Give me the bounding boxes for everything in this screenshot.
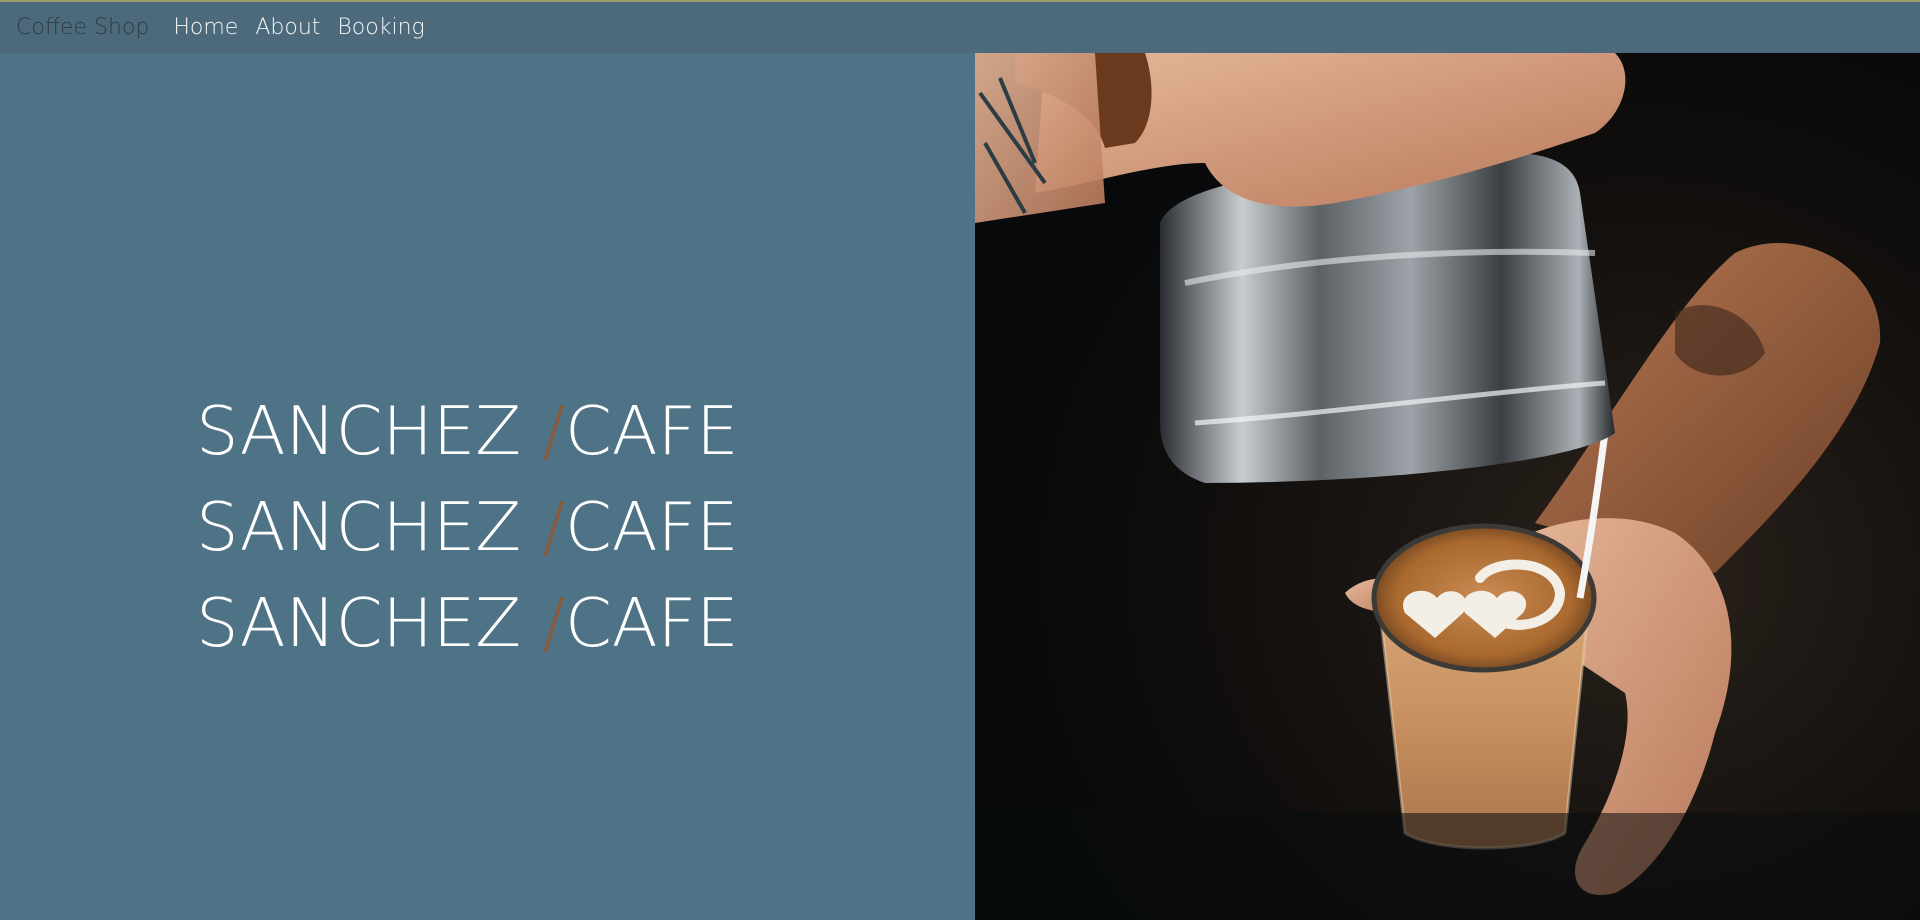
hero-slash: / [542, 584, 565, 662]
hero-word-first: SANCHEZ [196, 584, 543, 662]
nav-links: Home About Booking [173, 15, 424, 40]
hero-left-panel: SANCHEZ /CAFE SANCHEZ /CAFE SANCHEZ /CAF… [0, 53, 975, 920]
hero-title: SANCHEZ /CAFE SANCHEZ /CAFE SANCHEZ /CAF… [196, 383, 739, 671]
nav-link-booking[interactable]: Booking [337, 15, 424, 40]
hero-slash: / [542, 392, 565, 470]
hero-photo-barista-latte [975, 53, 1920, 920]
brand-link[interactable]: Coffee Shop [16, 15, 149, 40]
nav-link-about[interactable]: About [255, 15, 320, 40]
hero-word-first: SANCHEZ [196, 488, 543, 566]
hero-line: SANCHEZ /CAFE [196, 479, 739, 575]
photo-left-wrist [975, 53, 1105, 223]
nav-link-home[interactable]: Home [173, 15, 238, 40]
hero-word-second: CAFE [565, 584, 739, 662]
hero-word-second: CAFE [565, 392, 739, 470]
hero-word-first: SANCHEZ [196, 392, 543, 470]
hero-word-second: CAFE [565, 488, 739, 566]
hero-line: SANCHEZ /CAFE [196, 575, 739, 671]
hero-slash: / [542, 488, 565, 566]
navbar: Coffee Shop Home About Booking [0, 2, 1920, 53]
hero-line: SANCHEZ /CAFE [196, 383, 739, 479]
latte-photo-illustration [975, 53, 1920, 920]
photo-milk-pitcher [1160, 152, 1615, 483]
